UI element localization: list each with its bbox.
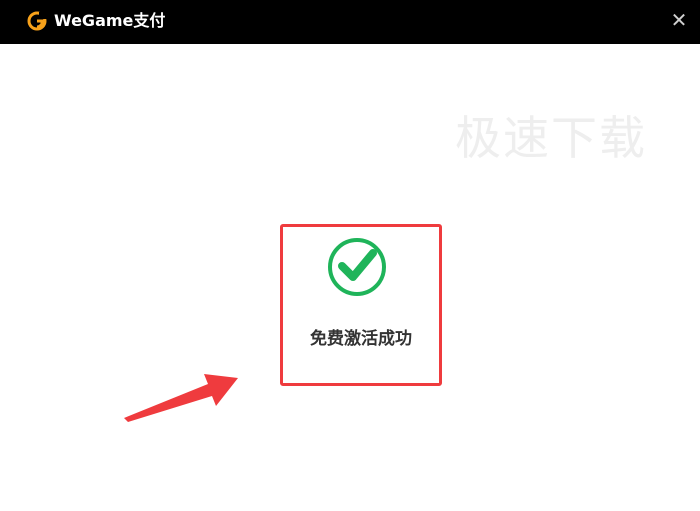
payment-window: WeGame支付 ✕ 极速下载 免费激活成功	[0, 0, 700, 511]
close-icon[interactable]: ✕	[668, 9, 690, 31]
red-arrow-icon	[124, 374, 238, 422]
window-title: WeGame支付	[54, 11, 166, 30]
wegame-logo-icon	[27, 11, 47, 31]
watermark-text: 极速下载	[455, 111, 647, 165]
titlebar[interactable]: WeGame支付 ✕	[0, 0, 700, 44]
activation-success-message: 免费激活成功	[310, 329, 412, 349]
check-circle-icon	[328, 238, 386, 296]
